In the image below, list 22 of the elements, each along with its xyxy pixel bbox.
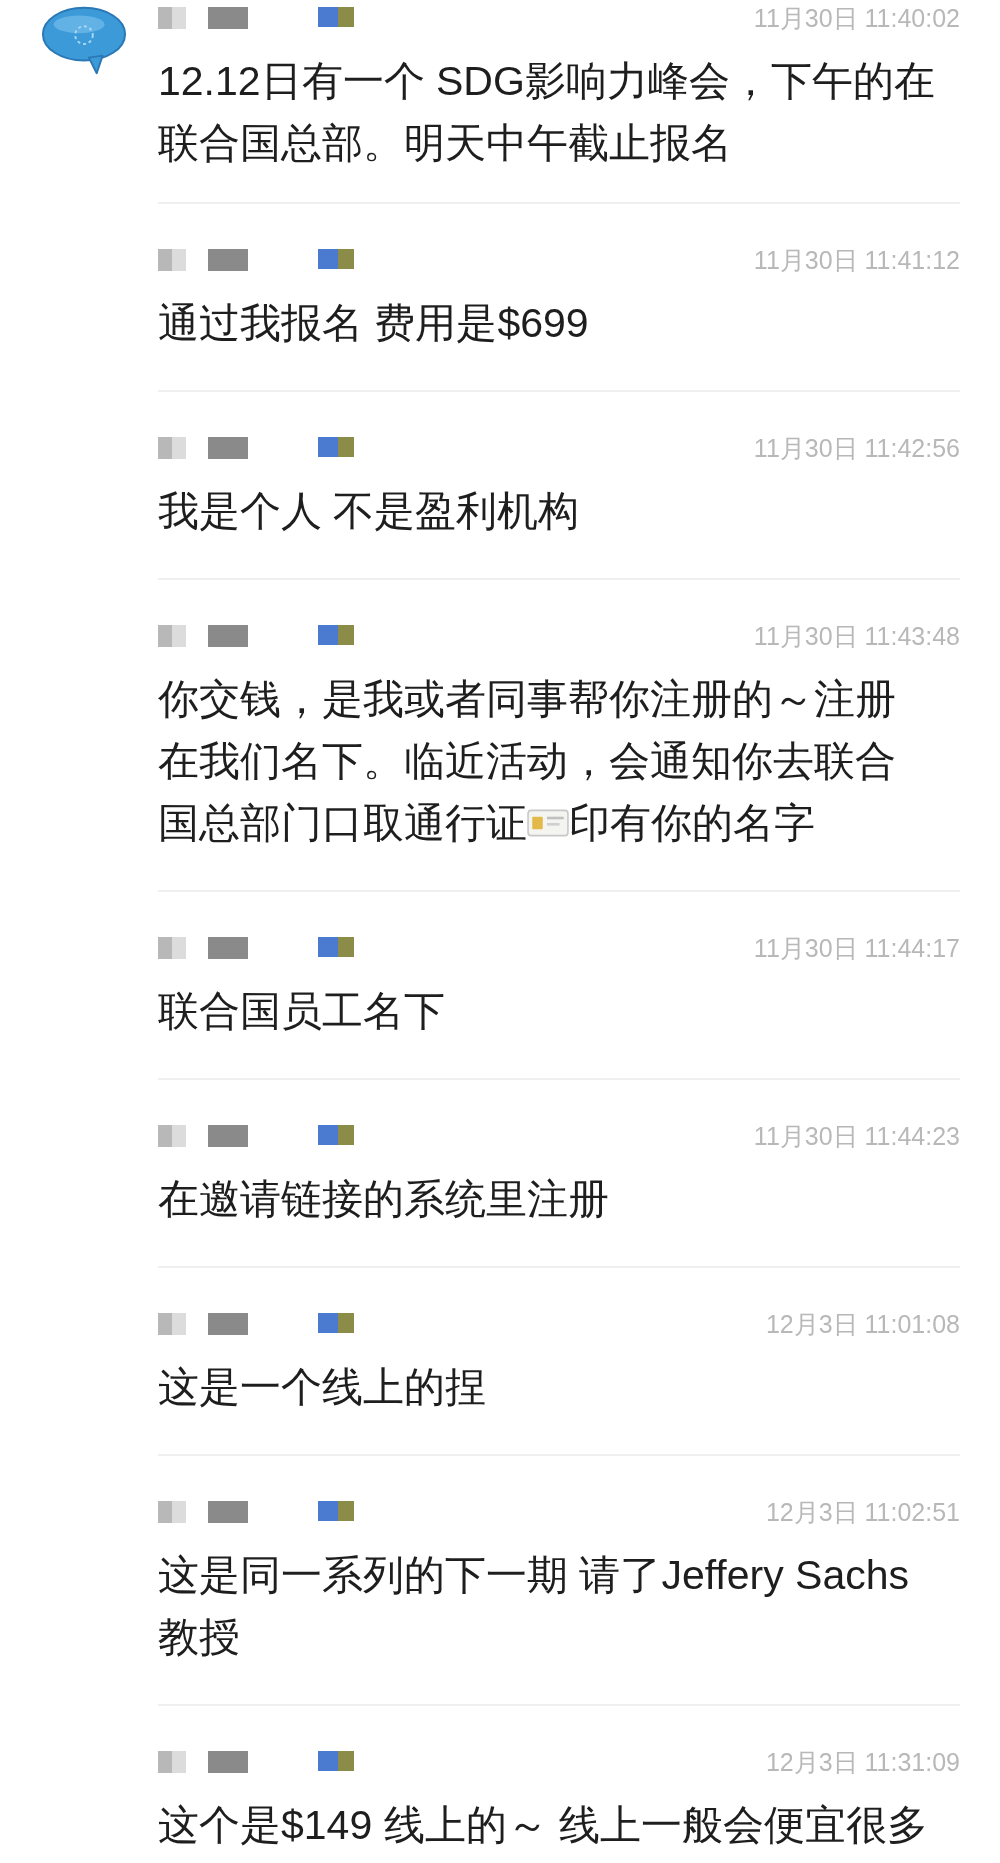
timestamp: 11月30日 11:44:17 <box>753 932 960 964</box>
message-text: 在我们名下。临近活动，会通知你去联合 <box>158 737 896 786</box>
message-text: 在邀请链接的系统里注册 <box>158 1175 610 1224</box>
message-text: 这是一个线上的捏 <box>158 1363 487 1412</box>
timestamp: 11月30日 11:40:02 <box>753 2 960 34</box>
timestamp: 11月30日 11:41:12 <box>753 244 960 276</box>
timestamp: 12月3日 11:01:08 <box>765 1308 960 1340</box>
timestamp: 11月30日 11:42:56 <box>753 432 960 464</box>
timestamp: 12月3日 11:02:51 <box>765 1496 960 1528</box>
message-text: 这是同一系列的下一期 请了Jeffery Sachs 教授 <box>158 1551 911 1662</box>
message-text: 联合国员工名下 <box>158 987 446 1036</box>
timestamp: 12月3日 11:31:09 <box>765 1746 960 1778</box>
message-text: 我是个人 不是盈利机构 <box>158 487 581 536</box>
message-text: 印有你的名字 <box>569 799 815 848</box>
timestamp: 11月30日 11:44:23 <box>753 1120 960 1152</box>
message-text: 你交钱，是我或者同事帮你注册的～注册 <box>158 675 896 724</box>
message-text: 这个是$149 线上的～ 线上一般会便宜很多 <box>158 1801 929 1850</box>
message-text: 国总部门口取通行证 <box>158 799 527 848</box>
id-card-icon <box>527 808 569 838</box>
message-text: 12.12日有一个 SDG影响力峰会，下午的在 联合国总部。明天中午截止报名 <box>158 57 936 168</box>
message-text: 通过我报名 费用是$699 <box>158 299 590 348</box>
timestamp: 11月30日 11:43:48 <box>753 620 960 652</box>
